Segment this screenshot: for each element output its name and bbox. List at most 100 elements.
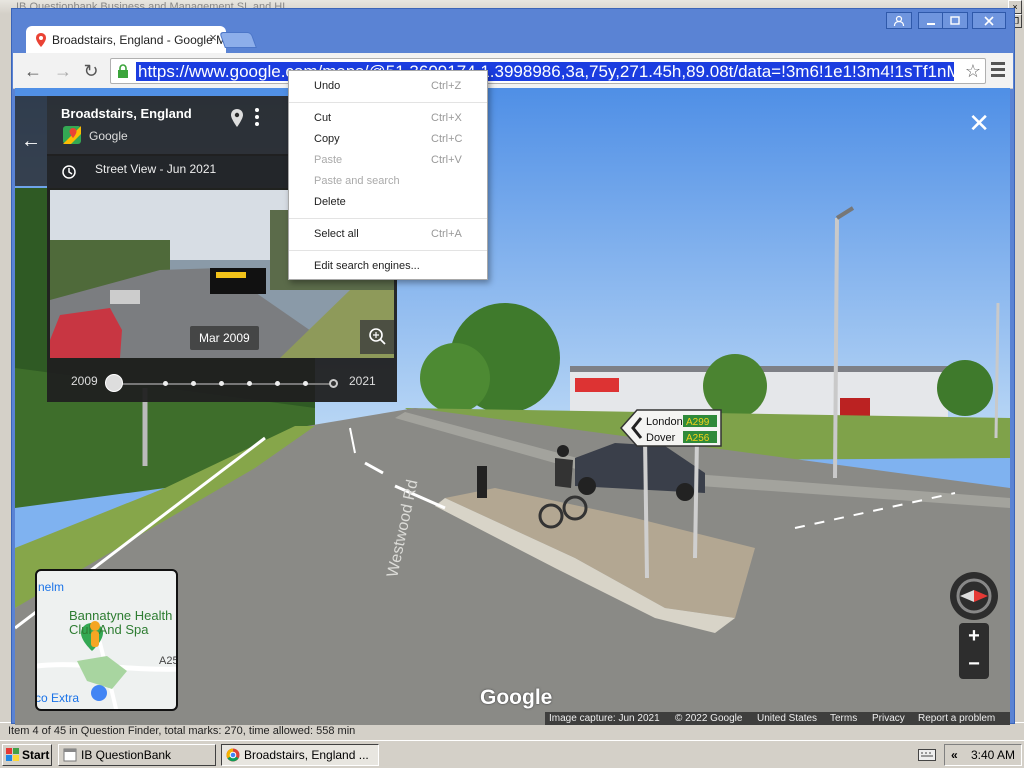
url-text[interactable]: https://www.google.com/maps/@51.3609174,…	[136, 62, 954, 81]
clock[interactable]: 3:40 AM	[971, 745, 1015, 765]
location-pin-icon[interactable]	[229, 108, 245, 128]
timeline-slider[interactable]: 2009 2021	[47, 366, 397, 396]
chrome-window: Broadstairs, England - Google Maps × ← →…	[11, 8, 1015, 725]
map-footer: Image capture: Jun 2021 © 2022 Google Un…	[545, 712, 1010, 725]
copyright-text: © 2022 Google	[675, 713, 743, 724]
menu-icon	[991, 62, 1005, 65]
timeline-stop[interactable]	[191, 381, 196, 386]
menu-item-shortcut: Ctrl+C	[431, 133, 463, 145]
menu-item-paste-and-search[interactable]: Paste and search	[289, 171, 487, 192]
country-link[interactable]: United States	[757, 712, 817, 725]
windows-logo-icon	[6, 748, 19, 761]
minimize-icon	[927, 23, 935, 25]
google-watermark: Google	[480, 686, 553, 709]
menu-item-label: Paste	[314, 154, 343, 166]
bookmark-star-icon[interactable]: ☆	[965, 61, 981, 81]
lock-icon	[118, 64, 128, 78]
system-tray: « 3:40 AM	[944, 744, 1022, 766]
expand-thumbnail-button[interactable]	[360, 320, 394, 354]
menu-item-label: Edit search engines...	[314, 260, 420, 272]
compass-button[interactable]	[950, 572, 998, 620]
pegman-icon	[90, 621, 100, 647]
menu-separator	[289, 218, 487, 219]
minimap-store-label: co Extra	[35, 691, 80, 705]
browser-toolbar: ← → ↻ https://www.google.com/maps/@51.36…	[13, 53, 1013, 89]
menu-separator	[289, 250, 487, 251]
history-clock-icon[interactable]	[61, 164, 77, 180]
taskbar-item-label: Broadstairs, England ...	[244, 748, 369, 762]
user-icon	[893, 15, 905, 27]
zoom-controls: + −	[959, 623, 989, 679]
taskbar-item-ib-questionbank[interactable]: IB QuestionBank	[58, 744, 216, 766]
street-view-viewport[interactable]: Westwood Rd London A299 Dover A256 ← Bro…	[15, 88, 1010, 725]
back-button[interactable]: ←	[23, 62, 43, 82]
menu-item-label: Select all	[314, 228, 359, 240]
reload-button[interactable]: ↻	[81, 62, 101, 82]
timeline-current-stop[interactable]	[329, 379, 338, 388]
minimize-button[interactable]	[918, 12, 944, 29]
menu-item-select-all[interactable]: Select all Ctrl+A	[289, 224, 487, 245]
zoom-out-button[interactable]: −	[959, 651, 989, 679]
menu-item-label: Undo	[314, 80, 341, 92]
address-bar[interactable]: https://www.google.com/maps/@51.3609174,…	[110, 58, 986, 84]
menu-item-shortcut: Ctrl+X	[431, 112, 462, 124]
maximize-button[interactable]	[942, 12, 968, 29]
sign-london-text: London	[646, 416, 683, 428]
menu-item-label: Paste and search	[314, 175, 400, 187]
menu-item-label: Copy	[314, 133, 340, 145]
compass-icon	[956, 578, 992, 614]
timeline-stop[interactable]	[219, 381, 224, 386]
thumbnail-date-label: Mar 2009	[190, 326, 259, 350]
context-menu: Undo Ctrl+Z Cut Ctrl+X Copy Ctrl+C Paste Ctr…	[288, 70, 488, 280]
privacy-link[interactable]: Privacy	[872, 712, 905, 725]
minimap-label: nelm	[38, 580, 65, 594]
start-label: Start	[22, 748, 50, 762]
timeline-stop[interactable]	[303, 381, 308, 386]
menu-item-shortcut: Ctrl+Z	[431, 80, 462, 92]
terms-link[interactable]: Terms	[830, 712, 857, 725]
timeline-stop[interactable]	[247, 381, 252, 386]
menu-item-label: Delete	[314, 196, 346, 208]
new-tab-button[interactable]	[219, 32, 257, 48]
menu-separator	[289, 102, 487, 103]
app-window-icon	[63, 748, 77, 762]
tab-close-button[interactable]: ×	[206, 31, 220, 45]
tray-expand-button[interactable]: «	[951, 745, 958, 765]
keyboard-icon[interactable]	[918, 749, 936, 761]
zoom-in-search-icon	[369, 328, 386, 345]
minimap[interactable]: nelm Bannatyne Health Club And Spa A25 c…	[35, 569, 178, 711]
sign-dover-text: Dover	[646, 432, 676, 444]
tab-google-maps[interactable]: Broadstairs, England - Google Maps ×	[26, 26, 226, 53]
menu-item-copy[interactable]: Copy Ctrl+C	[289, 129, 487, 150]
close-icon	[984, 16, 994, 26]
timeline-stop[interactable]	[163, 381, 168, 386]
chrome-icon	[226, 748, 240, 762]
forward-button[interactable]: →	[53, 62, 73, 82]
minimap-road-label: A25	[159, 655, 178, 667]
timeline-stop[interactable]	[275, 381, 280, 386]
report-problem-link[interactable]: Report a problem	[918, 712, 995, 725]
chrome-menu-button[interactable]	[991, 62, 1005, 78]
close-window-button[interactable]	[972, 12, 1006, 29]
start-button[interactable]: Start	[2, 744, 52, 766]
menu-item-undo[interactable]: Undo Ctrl+Z	[289, 76, 487, 97]
zoom-in-button[interactable]: +	[959, 623, 989, 651]
maximize-icon	[950, 16, 960, 25]
more-options-button[interactable]	[253, 108, 261, 128]
tab-title: Broadstairs, England - Google Maps	[52, 33, 226, 47]
menu-item-paste[interactable]: Paste Ctrl+V	[289, 150, 487, 171]
place-title: Broadstairs, England	[61, 106, 192, 121]
timeline-end-year: 2021	[349, 374, 376, 388]
streetview-back-button[interactable]: ←	[15, 96, 47, 186]
profile-button[interactable]	[886, 12, 912, 29]
menu-item-label: Cut	[314, 112, 332, 124]
menu-item-edit-search-engines[interactable]: Edit search engines...	[289, 256, 487, 277]
menu-item-delete[interactable]: Delete	[289, 192, 487, 213]
maps-pin-icon	[36, 33, 46, 47]
street-view-date-label[interactable]: Street View - Jun 2021	[95, 162, 216, 176]
taskbar-item-chrome[interactable]: Broadstairs, England ...	[221, 744, 379, 766]
menu-item-cut[interactable]: Cut Ctrl+X	[289, 108, 487, 129]
menu-item-shortcut: Ctrl+V	[431, 154, 462, 166]
timeline-knob[interactable]	[105, 374, 123, 392]
close-street-view-button[interactable]: ✕	[968, 110, 990, 136]
